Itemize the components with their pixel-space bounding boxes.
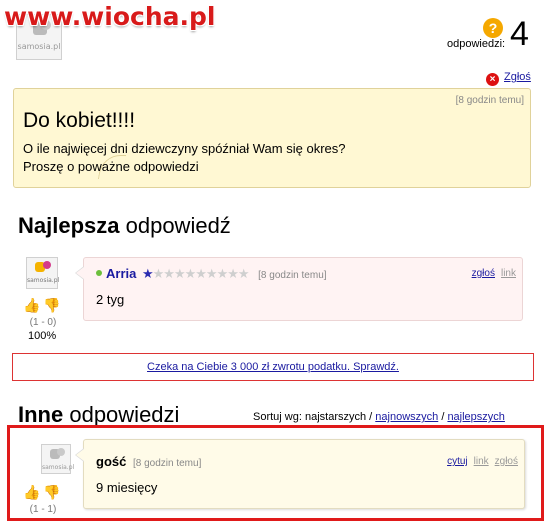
thumb-up-icon[interactable]: 👍 <box>23 297 40 313</box>
best-answer-author[interactable]: Arria <box>106 266 136 281</box>
avatar-logo-text: samosia.pl <box>17 42 61 51</box>
report-answer-link[interactable]: zgłoś <box>472 268 495 279</box>
others-heading-bold: Inne <box>18 402 64 427</box>
sort-best[interactable]: najlepszych <box>447 411 504 423</box>
other-answers-heading: Inne odpowiedzi <box>18 402 179 428</box>
other-answer-time: [8 godzin temu] <box>132 458 202 469</box>
best-vote-count: (1 - 0) <box>29 317 57 328</box>
avatar-logo-dot <box>57 448 65 456</box>
best-answer-time: [8 godzin temu] <box>258 270 327 281</box>
question-box: [8 godzin temu] Do kobiet!!!! O ile najw… <box>13 88 531 188</box>
avatar-logo-dot <box>43 261 51 269</box>
question-time: [8 godzin temu] <box>455 95 524 106</box>
quote-link[interactable]: cytuj <box>447 456 468 467</box>
question-body: O ile najwięcej dni dziewczyny spóźniał … <box>23 140 345 176</box>
answer-permalink[interactable]: link <box>501 268 516 279</box>
other-answer-votes: 👍 👎 <box>23 484 60 502</box>
best-answer-author-line: Arria ★★★★★★★★★★ [8 godzin temu] <box>96 266 327 282</box>
answer-bubble-tail <box>75 448 84 462</box>
question-body-line1: O ile najwięcej dni dziewczyny spóźniał … <box>23 141 346 156</box>
avatar-logo-text: samosia.pl <box>27 277 60 284</box>
best-answer-heading: Najlepsza odpowiedź <box>18 213 231 239</box>
best-answer-box: Arria ★★★★★★★★★★ [8 godzin temu] zgłoś li… <box>75 257 523 321</box>
other-vote-count: (1 - 1) <box>29 504 57 515</box>
thumb-up-icon[interactable]: 👍 <box>23 484 40 500</box>
report-answer-link[interactable]: zgłoś <box>495 456 518 467</box>
best-answer-text: 2 tyg <box>96 292 125 307</box>
other-answer-box: gość [8 godzin temu] cytuj link zgłoś 9 mi… <box>75 439 525 509</box>
close-icon: × <box>486 73 499 86</box>
best-answer-votes: 👍 👎 <box>23 297 60 315</box>
answers-label: odpowiedzi: <box>447 38 506 50</box>
sort-bar: Sortuj wg: najstarszych / najnowszych / … <box>253 411 505 423</box>
ad-link[interactable]: Czeka na Ciebie 3 000 zł zwrotu podatku.… <box>147 361 399 373</box>
avatar-logo-text: samosia.pl <box>42 464 75 471</box>
report-label[interactable]: Zgłoś <box>504 71 531 83</box>
other-answer-author: gość <box>96 454 127 469</box>
sort-oldest[interactable]: najstarszych <box>305 411 366 423</box>
online-status-icon <box>96 270 102 276</box>
best-vote-percent: 100% <box>28 330 57 342</box>
other-answer-author-line: gość [8 godzin temu] <box>96 454 201 469</box>
answer-permalink[interactable]: link <box>474 456 489 467</box>
report-question-link[interactable]: × Zgłoś <box>486 71 531 86</box>
question-icon: ? <box>483 18 503 38</box>
other-answer-text: 9 miesięcy <box>96 480 158 495</box>
thumb-down-icon[interactable]: 👎 <box>43 484 60 500</box>
answers-count: 4 <box>510 15 529 53</box>
other-answer-actions: cytuj link zgłoś <box>447 456 518 467</box>
best-heading-rest: odpowiedź <box>119 213 231 238</box>
thumb-down-icon[interactable]: 👎 <box>43 297 60 313</box>
best-heading-bold: Najlepsza <box>18 213 120 238</box>
rating-stars: ★★★★★★★★★★ <box>141 266 250 281</box>
guest-avatar[interactable]: samosia.pl <box>41 444 75 474</box>
sort-separator: / <box>366 411 376 423</box>
answer-bubble-tail <box>75 266 84 280</box>
others-heading-rest: odpowiedzi <box>63 402 180 427</box>
best-answer-actions: zgłoś link <box>472 268 516 279</box>
sort-newest[interactable]: najnowszych <box>375 411 438 423</box>
ad-banner[interactable]: Czeka na Ciebie 3 000 zł zwrotu podatku.… <box>12 353 534 381</box>
question-title: Do kobiet!!!! <box>23 109 136 132</box>
question-body-line2: Proszę o poważne odpowiedzi <box>23 159 199 174</box>
best-answer-avatar[interactable]: samosia.pl <box>26 257 60 289</box>
watermark-logo: www.wiocha.pl <box>4 2 216 31</box>
sort-label: Sortuj wg: <box>253 411 305 423</box>
